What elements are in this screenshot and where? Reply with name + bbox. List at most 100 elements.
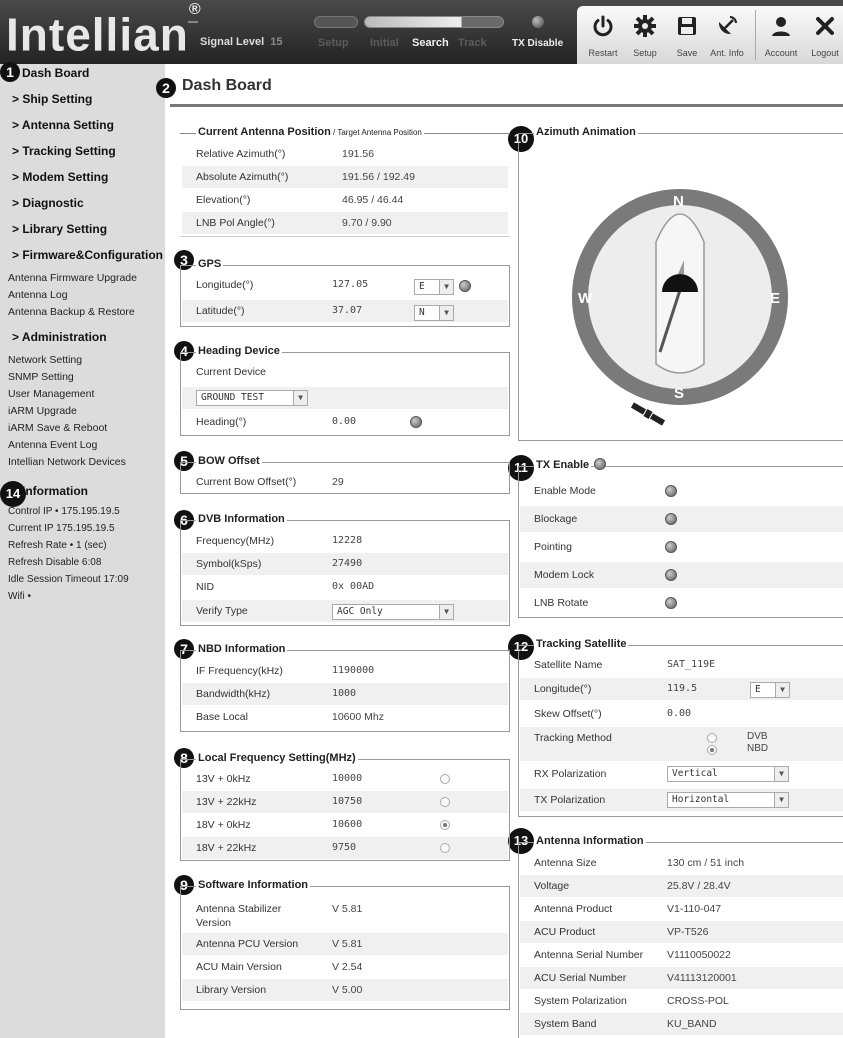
sidebar-item-diagnostic[interactable]: > Diagnostic bbox=[12, 196, 84, 210]
title-divider bbox=[170, 104, 843, 107]
tracking-method-row: Tracking Method bbox=[520, 727, 843, 761]
latitude-dir-select[interactable]: N ▼ bbox=[414, 305, 454, 321]
tx-enable-mode-led bbox=[665, 485, 677, 497]
software-row: Antenna PCU Version V 5.81 bbox=[182, 933, 508, 955]
sidebar-item-user-management[interactable]: User Management bbox=[8, 388, 94, 400]
search-progress-bar bbox=[364, 16, 504, 28]
tx-polarization-select[interactable]: Horizontal ▼ bbox=[667, 792, 789, 808]
antenna-info-row: System Polarization CROSS-POL bbox=[534, 995, 729, 1007]
lfs-radio[interactable] bbox=[440, 774, 450, 784]
gps-latitude-row: Latitude(°) 37.07 bbox=[182, 300, 508, 322]
sidebar-item-administration[interactable]: > Administration bbox=[12, 330, 107, 344]
sidebar-information-heading: Information bbox=[22, 484, 88, 498]
sidebar-item-antenna-log[interactable]: Antenna Log bbox=[8, 289, 68, 301]
chevron-down-icon: ▼ bbox=[439, 605, 453, 619]
svg-text:S: S bbox=[674, 385, 684, 402]
satellite-longitude-row: Longitude(°) 119.5 bbox=[520, 678, 843, 700]
software-info-title: Software Information bbox=[196, 879, 311, 891]
tx-lnb-rotate-led bbox=[665, 597, 677, 609]
chevron-down-icon: ▼ bbox=[775, 683, 789, 697]
skew-offset-row: Skew Offset(°) 0.00 bbox=[534, 708, 692, 720]
azimuth-compass: N S W E bbox=[572, 189, 788, 426]
sidebar-item-snmp-setting[interactable]: SNMP Setting bbox=[8, 371, 74, 383]
tx-enable-led bbox=[594, 458, 606, 470]
tx-row: Blockage bbox=[520, 506, 843, 532]
restart-button[interactable]: Restart bbox=[583, 6, 623, 64]
dvb-row: Frequency(MHz) 12228 bbox=[196, 535, 363, 547]
toolbar: Restart Setup Save Ant. Info Account Log… bbox=[577, 6, 843, 64]
tx-disable-label: TX Disable bbox=[512, 38, 564, 49]
intellian-logo: Intellian® bbox=[6, 1, 202, 61]
svg-text:E: E bbox=[770, 290, 780, 307]
tx-row: Enable Mode bbox=[534, 485, 596, 497]
sidebar: Dash Board > Ship Setting > Antenna Sett… bbox=[0, 64, 165, 1038]
bow-offset-title: BOW Offset bbox=[196, 455, 262, 467]
antenna-info-button[interactable]: Ant. Info bbox=[707, 6, 747, 64]
close-icon bbox=[816, 17, 834, 35]
tx-enable-title: TX Enable bbox=[534, 459, 592, 471]
position-row: Elevation(°) 46.95 / 46.44 bbox=[196, 194, 404, 206]
software-row: ACU Main Version V 2.54 bbox=[196, 961, 363, 973]
dvb-row: NID 0x 00AD bbox=[196, 581, 375, 593]
logout-button[interactable]: Logout bbox=[805, 6, 843, 64]
nbd-row: Bandwidth(kHz) 1000 bbox=[182, 683, 508, 705]
tx-status-led bbox=[532, 16, 544, 28]
satellite-longitude-dir-select[interactable]: E ▼ bbox=[750, 682, 790, 698]
chevron-down-icon: ▼ bbox=[774, 793, 788, 807]
heading-status-led bbox=[410, 416, 422, 428]
nbd-row: IF Frequency(kHz) 1190000 bbox=[196, 665, 375, 677]
gear-icon bbox=[634, 15, 656, 37]
control-ip: Control IP • 175.195.19.5 bbox=[8, 506, 120, 517]
lfs-row: 18V + 22kHz 9750 bbox=[182, 837, 508, 859]
sidebar-item-antenna-backup-restore[interactable]: Antenna Backup & Restore bbox=[8, 306, 135, 318]
step-search: Search bbox=[412, 37, 449, 49]
sidebar-item-antenna-setting[interactable]: > Antenna Setting bbox=[12, 118, 114, 132]
refresh-rate: Refresh Rate • 1 (sec) bbox=[8, 540, 107, 551]
sidebar-item-library-setting[interactable]: > Library Setting bbox=[12, 222, 107, 236]
antenna-info-row: Voltage 25.8V / 28.4V bbox=[520, 875, 843, 897]
satellite-name-row: Satellite Name SAT_119E bbox=[534, 659, 716, 671]
gps-status-led bbox=[459, 280, 471, 292]
save-icon bbox=[678, 17, 696, 35]
sidebar-item-iarm-save-reboot[interactable]: iARM Save & Reboot bbox=[8, 422, 107, 434]
sidebar-item-antenna-event-log[interactable]: Antenna Event Log bbox=[8, 439, 97, 451]
lfs-radio-selected[interactable] bbox=[440, 820, 450, 830]
rx-polarization-select[interactable]: Vertical ▼ bbox=[667, 766, 789, 782]
wifi-status: Wifi • bbox=[8, 591, 31, 602]
azimuth-animation-title: Azimuth Animation bbox=[534, 126, 638, 138]
tx-row: LNB Rotate bbox=[534, 597, 589, 609]
user-icon bbox=[772, 17, 790, 36]
longitude-dir-select[interactable]: E ▼ bbox=[414, 279, 454, 295]
lfs-radio[interactable] bbox=[440, 843, 450, 853]
sidebar-item-tracking-setting[interactable]: > Tracking Setting bbox=[12, 144, 116, 158]
antenna-info-title: Antenna Information bbox=[534, 835, 646, 847]
tx-row: Modem Lock bbox=[520, 562, 843, 588]
sidebar-item-modem-setting[interactable]: > Modem Setting bbox=[12, 170, 108, 184]
lfs-radio[interactable] bbox=[440, 797, 450, 807]
sidebar-item-network-setting[interactable]: Network Setting bbox=[8, 354, 82, 366]
sidebar-item-ship-setting[interactable]: > Ship Setting bbox=[12, 92, 92, 106]
verify-type-select[interactable]: AGC Only ▼ bbox=[332, 604, 454, 620]
top-header: Intellian® Signal Level 15 Setup Initial … bbox=[0, 0, 843, 64]
position-row: Absolute Azimuth(°) 191.56 / 192.49 bbox=[182, 166, 508, 188]
tracking-satellite-title: Tracking Satellite bbox=[534, 638, 629, 650]
tracking-method-nbd-radio[interactable] bbox=[707, 745, 717, 755]
lfs-row: 13V + 22kHz 10750 bbox=[182, 791, 508, 813]
svg-text:W: W bbox=[578, 290, 593, 307]
tracking-method-dvb-radio[interactable] bbox=[707, 733, 717, 743]
setup-button[interactable]: Setup bbox=[625, 6, 665, 64]
sidebar-item-antenna-firmware-upgrade[interactable]: Antenna Firmware Upgrade bbox=[8, 272, 137, 284]
sidebar-item-dashboard[interactable]: Dash Board bbox=[22, 66, 89, 80]
sidebar-item-firmware-configuration[interactable]: > Firmware&Configuration bbox=[12, 248, 163, 262]
antenna-info-row: Antenna Size 130 cm / 51 inch bbox=[534, 857, 745, 869]
tracking-method-dvb-label: DVB bbox=[747, 731, 768, 742]
step-initial: Initial bbox=[370, 37, 399, 49]
chevron-down-icon: ▼ bbox=[439, 306, 453, 320]
account-button[interactable]: Account bbox=[761, 6, 801, 64]
sidebar-item-intellian-network-devices[interactable]: Intellian Network Devices bbox=[8, 456, 126, 468]
antenna-info-row: System Band KU_BAND bbox=[520, 1013, 843, 1035]
software-row: Antenna Stabilizer Version V 5.81 bbox=[196, 903, 363, 929]
chevron-down-icon: ▼ bbox=[293, 391, 307, 405]
heading-device-select[interactable]: GROUND TEST ▼ bbox=[196, 390, 308, 406]
sidebar-item-iarm-upgrade[interactable]: iARM Upgrade bbox=[8, 405, 77, 417]
